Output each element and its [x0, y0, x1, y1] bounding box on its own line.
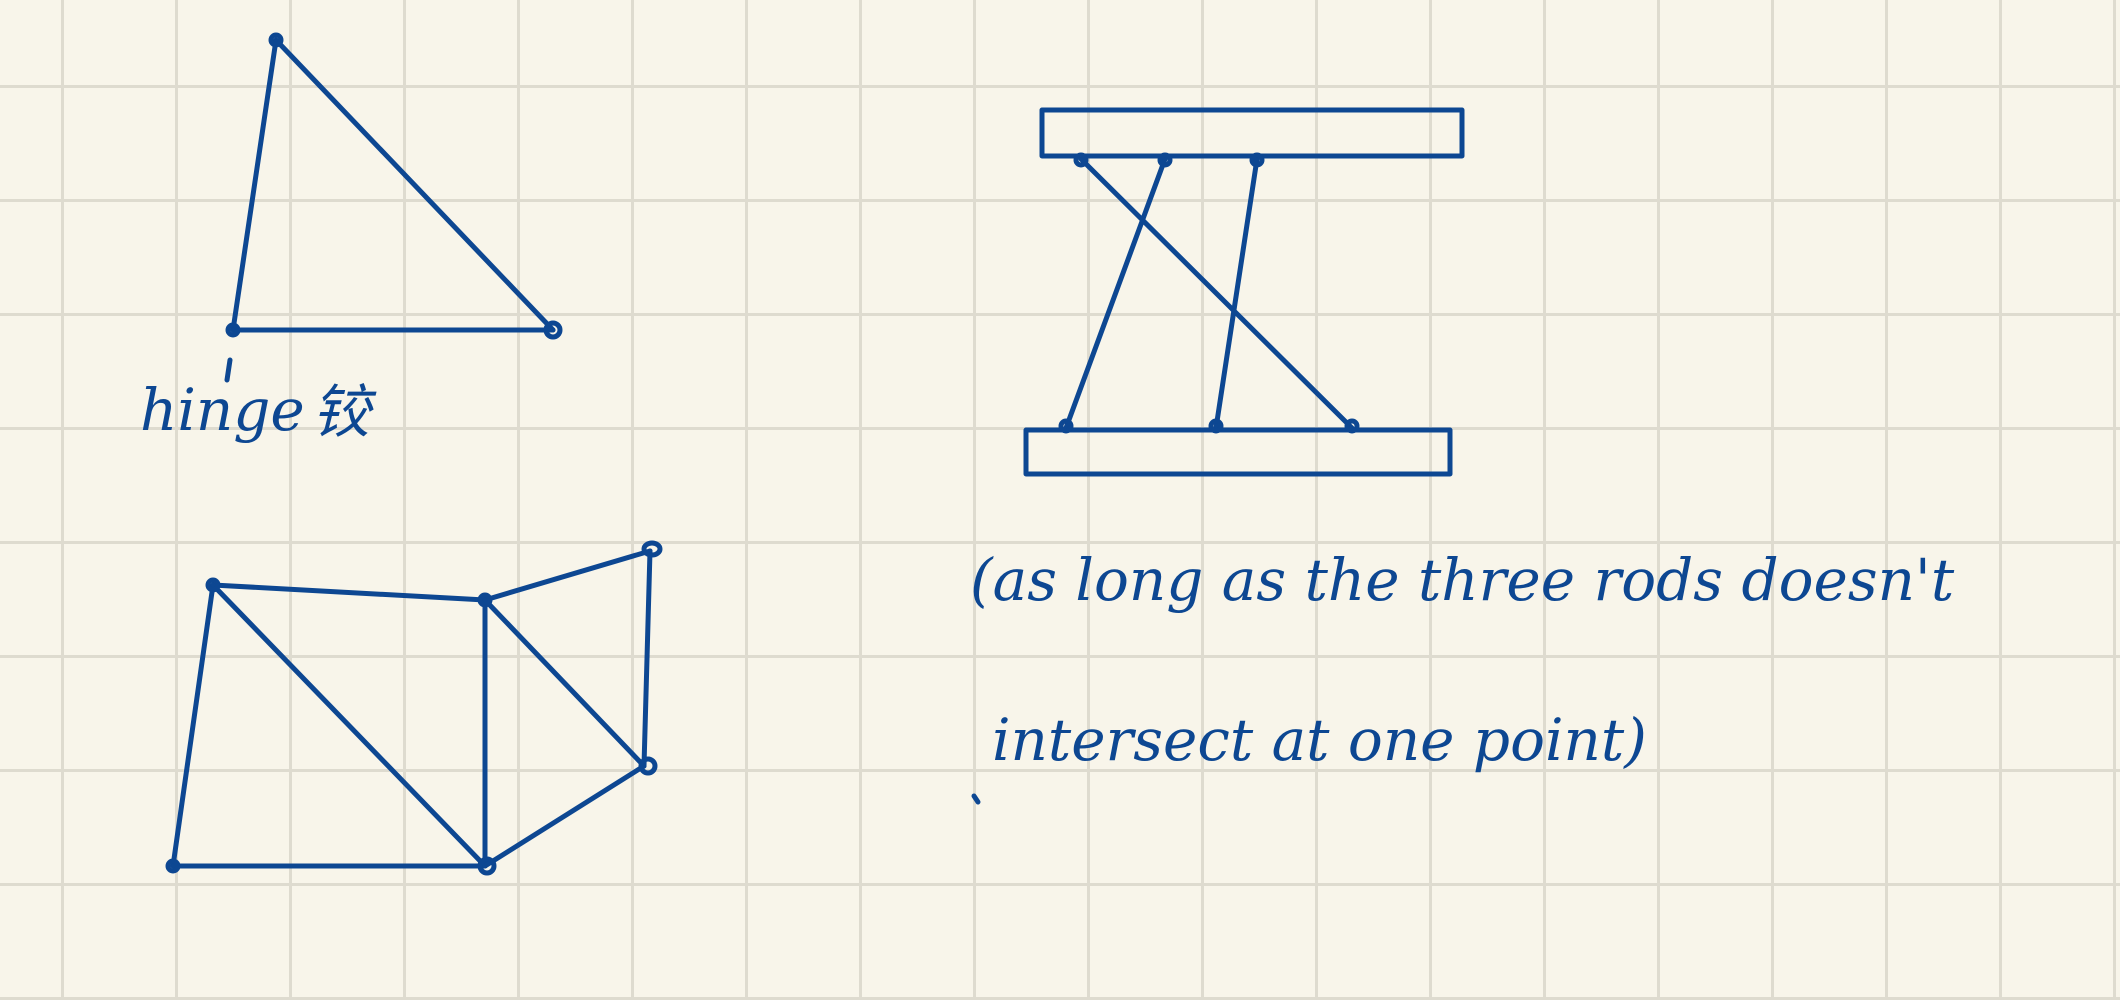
connecting-rod-1 — [1078, 156, 1355, 431]
hinged-triangle — [224, 32, 563, 383]
connecting-rod-3 — [1213, 156, 1260, 431]
note-line-2: intersect at one point) — [992, 706, 1647, 774]
lower-rigid-body — [1023, 427, 1453, 477]
note-line-1: (as long as the three rods doesn't — [970, 546, 1955, 614]
triangulated-truss — [165, 540, 663, 876]
truss-bar — [210, 582, 488, 603]
hinge-label: hinge — [140, 376, 305, 444]
truss-bar — [482, 763, 647, 869]
three-rod-connection — [1023, 107, 1465, 477]
connecting-rod-2 — [1063, 156, 1168, 431]
upper-rigid-body — [1039, 107, 1465, 159]
truss-bar — [482, 597, 647, 769]
truss-bar — [482, 548, 653, 603]
triangle-left-bar — [230, 37, 279, 333]
truss-bar — [641, 548, 653, 769]
hinge-cjk-label: 铰 — [312, 378, 377, 446]
hinge-joint-icon — [638, 756, 658, 776]
hinge-joint-icon — [641, 540, 663, 558]
stray-pen-mark — [971, 793, 981, 805]
truss-bar — [210, 582, 488, 869]
notebook-page: hinge 铰 (as long as the three rods doesn… — [0, 0, 2120, 1000]
triangle-hypotenuse-bar — [273, 37, 556, 333]
truss-bar — [170, 582, 216, 869]
sketch-canvas: hinge 铰 (as long as the three rods doesn… — [140, 32, 1955, 876]
